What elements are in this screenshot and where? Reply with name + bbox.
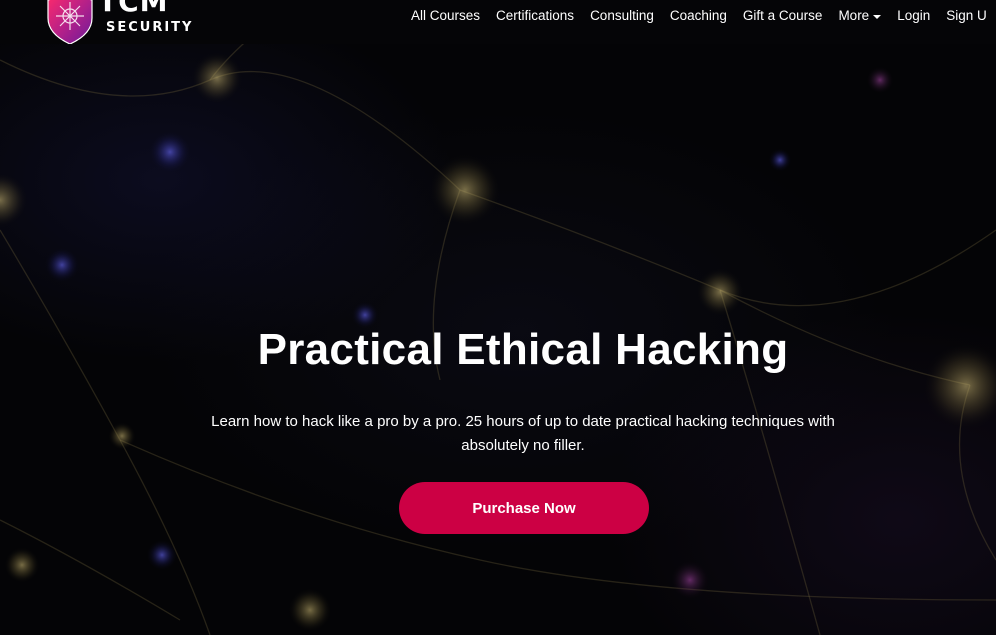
- nav-certifications[interactable]: Certifications: [496, 7, 574, 25]
- nav-sign-up[interactable]: Sign U: [946, 7, 987, 25]
- nav-gift-a-course[interactable]: Gift a Course: [743, 7, 823, 25]
- page: TCM SECURITY All Courses Certifications …: [0, 0, 996, 635]
- caret-down-icon: [873, 14, 882, 19]
- hero-subtitle: Learn how to hack like a pro by a pro. 2…: [211, 413, 835, 454]
- shield-logo-icon: [47, 0, 93, 44]
- main-nav: All Courses Certifications Consulting Co…: [411, 7, 996, 25]
- nav-more-label: More: [838, 8, 870, 23]
- hero-title: Practical Ethical Hacking: [257, 325, 789, 374]
- nav-consulting[interactable]: Consulting: [590, 7, 654, 25]
- nav-login[interactable]: Login: [897, 7, 930, 25]
- logo-text: TCM: [98, 0, 169, 18]
- site-header: TCM SECURITY All Courses Certifications …: [0, 0, 996, 44]
- nav-coaching[interactable]: Coaching: [670, 7, 727, 25]
- nav-more-dropdown[interactable]: More: [838, 7, 882, 25]
- logo[interactable]: TCM SECURITY: [44, 0, 191, 44]
- nav-all-courses[interactable]: All Courses: [411, 7, 480, 25]
- logo-subtext: SECURITY: [106, 20, 194, 35]
- network-background: [0, 0, 996, 635]
- purchase-now-button[interactable]: Purchase Now: [399, 482, 649, 534]
